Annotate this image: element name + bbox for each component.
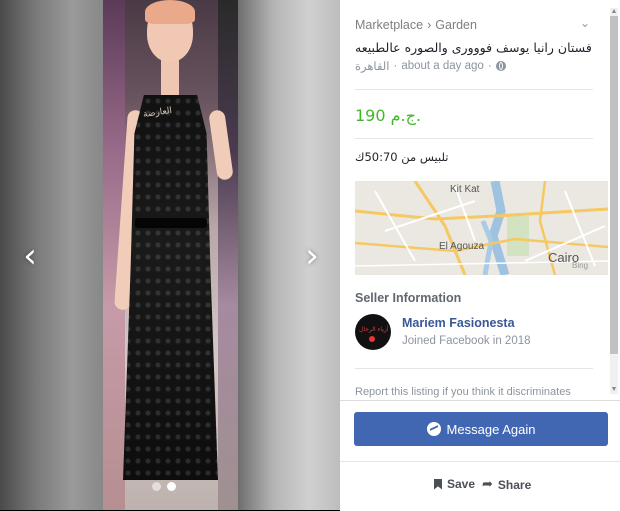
- seller-name-link[interactable]: Mariem Fasionesta: [402, 316, 515, 330]
- chevron-down-icon[interactable]: ⌄: [580, 16, 590, 30]
- next-image-button[interactable]: ›: [300, 238, 324, 274]
- listing-meta: القاهرة · about a day ago ·: [355, 59, 506, 73]
- divider: [355, 368, 593, 369]
- bookmark-icon: [434, 478, 442, 490]
- image-viewer: العارضة ‹ ›: [0, 0, 340, 510]
- save-label: Save: [447, 477, 476, 491]
- breadcrumb: Marketplace › Garden: [355, 18, 477, 32]
- image-pagination: [152, 482, 176, 491]
- blurred-background-left: [0, 0, 103, 510]
- divider: [355, 89, 593, 90]
- scroll-down-arrow-icon[interactable]: ▼: [610, 386, 618, 394]
- scrollbar[interactable]: ▲ ▼: [610, 8, 618, 394]
- action-bar: Message Again Save ➦ Share: [340, 400, 620, 511]
- details-scroll-area: Marketplace › Garden ⌄ فستان رانيا يوسف فو…: [340, 0, 608, 400]
- share-arrow-icon: ➦: [482, 477, 493, 492]
- share-label: Share: [497, 477, 532, 492]
- listing-title: فستان رانيا يوسف فووورى والصوره عالطبيعه: [355, 40, 592, 55]
- previous-image-button[interactable]: ‹: [18, 238, 42, 274]
- share-button[interactable]: ➦ Share: [482, 477, 531, 492]
- message-again-button[interactable]: Message Again: [354, 412, 608, 446]
- location-map[interactable]: Kit Kat El Agouza Cairo Bing: [355, 181, 608, 275]
- listing-time: about a day ago: [401, 60, 484, 72]
- map-label-kitkat: Kit Kat: [450, 184, 480, 195]
- avatar[interactable]: أزياء الرجال: [355, 314, 391, 350]
- listing-details-panel: Marketplace › Garden ⌄ فستان رانيا يوسف فو…: [340, 0, 620, 511]
- divider: [355, 138, 593, 139]
- image-dot-2[interactable]: [167, 482, 176, 491]
- scroll-up-arrow-icon[interactable]: ▲: [610, 8, 618, 16]
- globe-icon: [495, 61, 506, 71]
- image-dot-1[interactable]: [152, 482, 161, 491]
- messenger-icon: [426, 422, 441, 436]
- breadcrumb-garden[interactable]: Garden: [435, 18, 477, 32]
- listing-photo[interactable]: العارضة: [103, 0, 238, 510]
- report-listing-link[interactable]: Report this listing if you think it disc…: [355, 386, 571, 398]
- message-again-label: Message Again: [446, 421, 536, 437]
- divider: [340, 461, 620, 462]
- listing-description: تلبيس من 50:70ك: [355, 150, 449, 164]
- map-label-agouza: El Agouza: [439, 241, 485, 252]
- black-lace-dress: [123, 95, 218, 480]
- breadcrumb-marketplace[interactable]: Marketplace: [355, 18, 423, 32]
- listing-location[interactable]: القاهرة: [355, 59, 389, 73]
- seller-information-heading: Seller Information: [355, 291, 462, 305]
- scroll-thumb[interactable]: [610, 16, 618, 354]
- listing-price: 190 ج.م.: [355, 106, 422, 125]
- save-button[interactable]: Save: [434, 477, 475, 491]
- heart-icon: [369, 336, 375, 342]
- blurred-background-right: [238, 0, 340, 510]
- seller-joined-text: Joined Facebook in 2018: [402, 335, 531, 347]
- bing-logo: Bing: [572, 261, 589, 270]
